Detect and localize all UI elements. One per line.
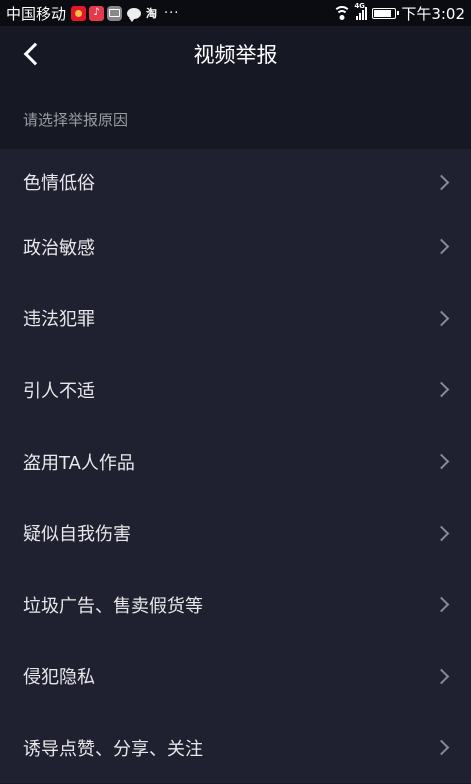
status-right: 4G 下午3:02 — [333, 2, 465, 24]
back-button[interactable] — [14, 36, 50, 72]
reason-label: 疑似自我伤害 — [23, 524, 131, 546]
more-notifications-icon: ··· — [164, 5, 180, 21]
network-type: 4G — [354, 2, 365, 10]
chevron-right-icon — [433, 310, 450, 327]
chat-bubble-icon — [127, 7, 142, 22]
reason-item-engagement-bait[interactable]: 诱导点赞、分享、关注 — [0, 712, 471, 784]
wifi-icon — [333, 6, 352, 20]
page-title: 视频举报 — [193, 43, 278, 67]
chevron-right-icon — [433, 453, 450, 470]
weibo-notification-icon — [71, 5, 87, 21]
battery-icon — [372, 7, 400, 19]
reason-label: 诱导点赞、分享、关注 — [23, 738, 203, 760]
chevron-right-icon — [433, 740, 450, 756]
status-left: 中国移动 淘 ··· — [6, 3, 179, 24]
reason-list: 色情低俗 政治敏感 违法犯罪 引人不适 盗用TA人作品 疑似自我伤害 垃圾广告、… — [0, 149, 471, 783]
reason-label: 政治敏感 — [23, 237, 95, 259]
clock: 下午3:02 — [401, 4, 465, 23]
reason-label: 侵犯隐私 — [23, 667, 95, 689]
chevron-right-icon — [433, 382, 450, 398]
cell-signal-icon: 4G — [354, 2, 368, 20]
chevron-right-icon — [433, 525, 450, 541]
reason-item-plagiarism[interactable]: 盗用TA人作品 — [0, 426, 471, 498]
chevron-right-icon — [433, 239, 450, 255]
reason-item-illegal[interactable]: 违法犯罪 — [0, 283, 471, 355]
reason-label: 引人不适 — [23, 380, 95, 402]
chevron-left-icon — [23, 42, 47, 66]
taobao-notification-icon: 淘 — [146, 7, 158, 20]
reason-item-privacy[interactable]: 侵犯隐私 — [0, 641, 471, 713]
reason-item-political[interactable]: 政治敏感 — [0, 211, 471, 283]
chevron-right-icon — [433, 174, 450, 191]
status-bar: 中国移动 淘 ··· 4G 下午3:02 — [0, 0, 471, 26]
reason-label: 盗用TA人作品 — [23, 452, 135, 474]
reason-item-disturbing[interactable]: 引人不适 — [0, 354, 471, 426]
chevron-right-icon — [433, 668, 450, 685]
reason-label: 色情低俗 — [23, 173, 95, 194]
reason-item-self-harm[interactable]: 疑似自我伤害 — [0, 497, 471, 569]
douyin-notification-icon — [89, 5, 105, 21]
carrier-name: 中国移动 — [6, 4, 67, 23]
message-notification-icon — [107, 5, 123, 21]
reason-label: 垃圾广告、售卖假货等 — [23, 595, 203, 617]
reason-label: 违法犯罪 — [23, 309, 95, 331]
reason-item-spam[interactable]: 垃圾广告、售卖假货等 — [0, 569, 471, 641]
header-bar: 视频举报 — [0, 26, 471, 82]
section-label: 请选择举报原因 — [0, 82, 471, 149]
reason-item-porn[interactable]: 色情低俗 — [0, 149, 471, 211]
chevron-right-icon — [433, 596, 450, 613]
